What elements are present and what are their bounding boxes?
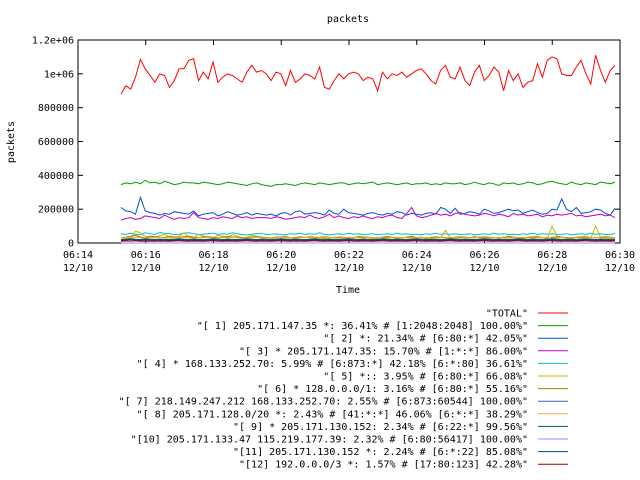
series-line-0 xyxy=(120,55,616,95)
y-tick-label: 400000 xyxy=(38,171,74,182)
series-line-1 xyxy=(120,179,616,187)
y-axis: 0 200000 400000 600000 800000 1e+06 1.2e+06 xyxy=(32,36,620,250)
x-tick-date: 12/10 xyxy=(402,263,432,274)
legend-label-11: "[11] 205.171.130.152 *: 2.24% # [6:*:22… xyxy=(233,447,528,458)
x-tick-date: 12/10 xyxy=(537,263,567,274)
x-tick-time: 06:30 xyxy=(605,250,635,261)
x-tick-date: 12/10 xyxy=(198,263,228,274)
x-tick-time: 06:20 xyxy=(266,250,296,261)
legend-label-5: "[ 5] *:: 3.95% # [6:80:*] 66.08%" xyxy=(323,372,528,383)
x-tick-date: 12/10 xyxy=(605,263,635,274)
x-tick-time: 06:22 xyxy=(334,250,364,261)
legend-label-10: "[10] 205.171.133.47 115.219.177.39: 2.3… xyxy=(131,435,528,446)
x-tick-date: 12/10 xyxy=(63,263,93,274)
x-tick-date: 12/10 xyxy=(334,263,364,274)
legend-label-0: "TOTAL" xyxy=(486,309,528,320)
x-axis-label: Time xyxy=(336,285,360,296)
legend-label-3: "[ 3] * 205.171.147.35: 15.70% # [1:*:*]… xyxy=(239,346,528,357)
y-tick-label: 800000 xyxy=(38,103,74,114)
y-axis-label: packets xyxy=(6,121,17,163)
x-tick-time: 06:26 xyxy=(469,250,499,261)
legend-label-9: "[ 9] * 205.171.130.152: 2.34% # [6:22:*… xyxy=(233,422,528,433)
legend-label-4: "[ 4] * 168.133.252.70: 5.99% # [6:873:*… xyxy=(137,359,528,370)
y-tick-label: 1.2e+06 xyxy=(32,36,74,47)
x-tick-time: 06:18 xyxy=(198,250,228,261)
series-line-9 xyxy=(120,238,616,241)
y-tick-label: 200000 xyxy=(38,205,74,216)
chart-title: packets xyxy=(327,14,369,25)
legend-label-6: "[ 6] * 128.0.0.0/1: 3.16% # [6:80:*] 55… xyxy=(257,384,528,395)
x-tick-time: 06:24 xyxy=(402,250,432,261)
y-tick-label: 600000 xyxy=(38,137,74,148)
packets-chart: packets packets Time 0 200000 400000 600000… xyxy=(6,14,635,471)
x-tick-date: 12/10 xyxy=(266,263,296,274)
series-line-12 xyxy=(120,240,616,242)
series-lines xyxy=(120,55,616,244)
legend-label-2: "[ 2] *: 21.34% # [6:80:*] 42.05%" xyxy=(323,334,528,345)
x-tick-date: 12/10 xyxy=(469,263,499,274)
series-line-4 xyxy=(120,231,616,236)
legend: "TOTAL""[ 1] 205.171.147.35 *: 36.41% # … xyxy=(119,309,568,471)
legend-label-12: "[12] 192.0.0.0/3 *: 1.57% # [17:80:123]… xyxy=(239,460,528,471)
y-tick-label: 0 xyxy=(68,239,74,250)
y-tick-label: 1e+06 xyxy=(44,69,74,80)
x-tick-time: 06:14 xyxy=(63,250,93,261)
legend-label-8: "[ 8] 205.171.128.0/20 *: 2.43% # [41:*:… xyxy=(137,409,528,420)
series-line-2 xyxy=(120,195,616,217)
legend-label-7: "[ 7] 218.149.247.212 168.133.252.70: 2.… xyxy=(119,397,528,408)
x-tick-time: 06:28 xyxy=(537,250,567,261)
x-tick-date: 12/10 xyxy=(131,263,161,274)
legend-label-1: "[ 1] 205.171.147.35 *: 36.41% # [1:2048… xyxy=(197,321,528,332)
x-tick-time: 06:16 xyxy=(131,250,161,261)
